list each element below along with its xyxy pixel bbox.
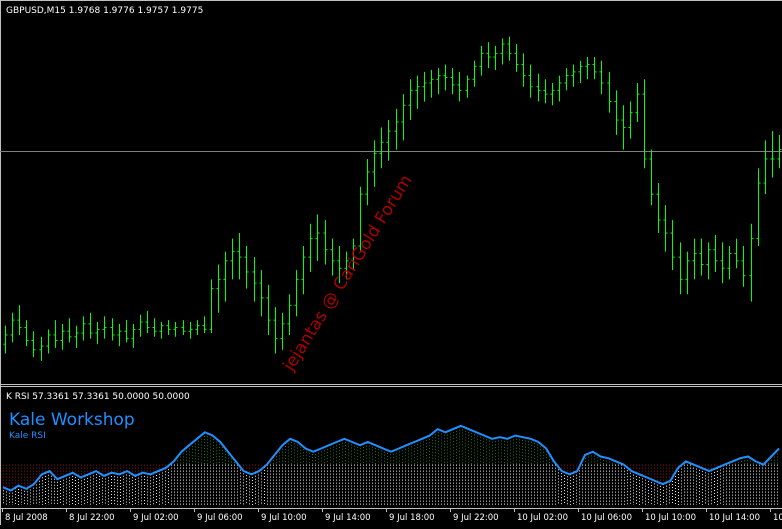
chart-canvas[interactable]: GBPUSD,M15 1.9768 1.9776 1.9757 1.9775 j…: [0, 0, 782, 525]
indicator-title: Kale Workshop: [9, 410, 135, 430]
time-axis-label: 9 Jul 06:00: [197, 513, 243, 523]
chart-background: [0, 0, 782, 525]
time-axis-label: 10 Jul 10:00: [645, 513, 696, 523]
time-axis-label: 10 Jul 02:00: [517, 513, 568, 523]
main-chart-header: GBPUSD,M15 1.9768 1.9776 1.9757 1.9775: [6, 6, 203, 16]
indicator-header: K RSI 57.3361 57.3361 50.0000 50.0000: [6, 392, 190, 402]
time-axis-label: 9 Jul 18:00: [389, 513, 435, 523]
time-axis-label: 10: [773, 513, 782, 523]
time-axis-label: 8 Jul 2008: [5, 513, 48, 523]
time-axis-label: 8 Jul 22:00: [69, 513, 115, 523]
mt4-chart-window: GBPUSD,M15 1.9768 1.9776 1.9757 1.9775 j…: [0, 0, 782, 525]
time-axis-label: 9 Jul 10:00: [261, 513, 307, 523]
time-axis-label: 9 Jul 02:00: [133, 513, 179, 523]
time-axis-label: 9 Jul 14:00: [325, 513, 371, 523]
time-axis-label: 10 Jul 14:00: [709, 513, 760, 523]
time-axis-label: 10 Jul 06:00: [581, 513, 632, 523]
indicator-subtitle: Kale RSI: [9, 431, 46, 441]
time-axis-label: 9 Jul 22:00: [453, 513, 499, 523]
